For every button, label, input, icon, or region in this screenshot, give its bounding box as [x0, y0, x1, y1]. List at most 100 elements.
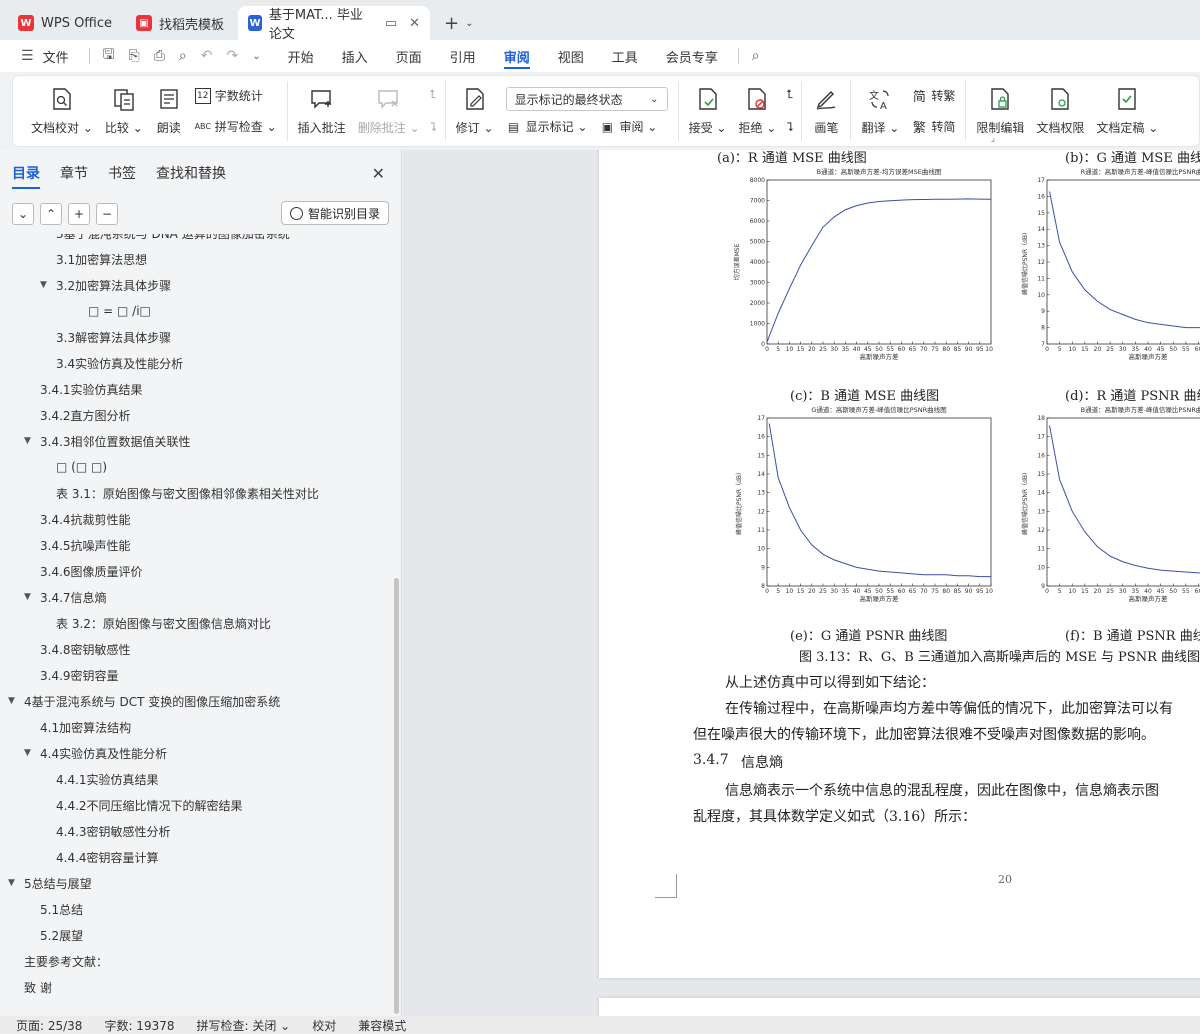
menu-tools[interactable]: 工具 — [598, 40, 652, 72]
menu-review[interactable]: 审阅 — [490, 40, 544, 72]
spell-check-button[interactable]: ABC 拼写检查 ⌄ — [195, 118, 277, 135]
toc-item[interactable]: ▼ 4.4实验仿真及性能分析 — [24, 740, 167, 766]
toc-item[interactable]: 3.4.2直方图分析 — [40, 402, 131, 428]
tab-sections[interactable]: 章节 — [60, 163, 88, 183]
expand-caret-icon[interactable]: ▼ — [8, 696, 20, 706]
tab-docer-template[interactable]: ▣ 找稻壳模板 — [126, 6, 234, 40]
page-indicator[interactable]: 页面: 25/38 — [16, 1017, 82, 1034]
toc-item[interactable]: 3.4.1实验仿真结果 — [40, 376, 143, 402]
remove-heading-icon[interactable]: − — [96, 203, 118, 225]
review-pane-button[interactable]: ▣ 审阅 ⌄ — [599, 118, 658, 135]
to-traditional-button[interactable]: 简转繁 — [911, 87, 956, 105]
menu-home[interactable]: 开始 — [274, 40, 328, 72]
document-page[interactable]: (a)：R 通道 MSE 曲线图 (b)：G 通道 MSE 曲线图 B通道：高斯… — [599, 150, 1200, 978]
tab-find-replace[interactable]: 查找和替换 — [156, 163, 226, 183]
menu-page[interactable]: 页面 — [382, 40, 436, 72]
toc-item[interactable]: □ (□ □) — [56, 454, 107, 480]
window-restore-icon[interactable]: ▭ — [385, 16, 397, 31]
tab-document[interactable]: W 基于MAT... 毕业论文 ▭ ✕ — [238, 6, 431, 42]
toc-item[interactable]: □ = □ /i□ — [88, 298, 151, 324]
doc-finalize-button[interactable]: 文档定稿 ⌄ — [1090, 81, 1164, 141]
restrict-edit-button[interactable]: 限制编辑 — [970, 81, 1030, 141]
collapse-icon[interactable]: ⌄ — [12, 203, 34, 225]
chevron-down-icon[interactable]: ⌄ — [245, 51, 267, 62]
reject-button[interactable]: 拒绝 ⌄ — [732, 81, 782, 141]
toc-item[interactable]: 4.4.2不同压缩比情况下的解密结果 — [56, 792, 243, 818]
ribbon-expand-icon[interactable]: ⌟ — [991, 134, 995, 144]
expand-caret-icon[interactable]: ▼ — [40, 280, 52, 290]
close-tab-icon[interactable]: ✕ — [409, 16, 420, 31]
document-area[interactable]: (a)：R 通道 MSE 曲线图 (b)：G 通道 MSE 曲线图 B通道：高斯… — [403, 150, 1200, 1016]
word-count-button[interactable]: 12 字数统计 — [194, 87, 277, 104]
toc-item[interactable]: 4.4.1实验仿真结果 — [56, 766, 159, 792]
toc-item[interactable]: 致 谢 — [24, 974, 52, 1000]
toc-item[interactable]: 4.4.3密钥敏感性分析 — [56, 818, 171, 844]
smart-toc-button[interactable]: 智能识别目录 — [280, 201, 389, 225]
word-count-indicator[interactable]: 字数: 19378 — [104, 1017, 174, 1034]
toc-item[interactable]: 3.4.5抗噪声性能 — [40, 532, 131, 558]
toc-item[interactable]: ▼ 3.2加密算法具体步骤 — [40, 272, 171, 298]
toc-item[interactable]: ▼ 3.4.3相邻位置数据值关联性 — [24, 428, 191, 454]
toc-item[interactable]: 3.4.8密钥敏感性 — [40, 636, 131, 662]
expand-caret-icon[interactable]: ▼ — [8, 878, 20, 888]
toc-item[interactable]: 3.4实验仿真及性能分析 — [56, 350, 183, 376]
previous-comment-icon[interactable]: ⮤ — [430, 87, 437, 102]
toc-item[interactable]: 表 3.2：原始图像与密文图像信息熵对比 — [56, 610, 271, 636]
expand-caret-icon[interactable]: ▼ — [24, 592, 36, 602]
previous-change-icon[interactable]: ⮤ — [786, 87, 793, 102]
menu-file[interactable]: 文件 — [41, 40, 83, 72]
hamburger-menu-icon[interactable]: ☰ — [14, 48, 41, 64]
next-comment-icon[interactable]: ⮧ — [430, 120, 437, 135]
next-change-icon[interactable]: ⮧ — [786, 120, 793, 135]
print-preview-icon[interactable]: ⌕ — [172, 48, 194, 64]
toc-item[interactable]: 4.1加密算法结构 — [40, 714, 131, 740]
next-document-page[interactable] — [599, 998, 1200, 1016]
expand-caret-icon[interactable]: ▼ — [24, 748, 36, 758]
save-icon[interactable]: 🖫 — [96, 44, 122, 68]
menu-membership[interactable]: 会员专享 — [652, 40, 732, 72]
compare-button[interactable]: 比较 ⌄ — [99, 81, 149, 141]
accept-button[interactable]: 接受 ⌄ — [683, 81, 733, 141]
toc-item[interactable]: 3.4.6图像质量评价 — [40, 558, 143, 584]
delete-comment-button[interactable]: 删除批注 ⌄ — [352, 81, 426, 141]
add-heading-icon[interactable]: + — [68, 203, 90, 225]
undo-icon[interactable]: ↶ — [194, 48, 220, 64]
search-icon[interactable]: ⌕ — [745, 48, 767, 64]
expand-caret-icon[interactable]: ▼ — [24, 436, 36, 446]
print-icon[interactable]: ⎙ — [147, 48, 172, 64]
menu-insert[interactable]: 插入 — [328, 40, 382, 72]
toc-item[interactable]: 主要参考文献： — [24, 948, 108, 974]
doc-check-button[interactable]: 文档校对 ⌄ — [25, 81, 99, 141]
chevron-down-icon[interactable]: ⌄ — [465, 18, 473, 29]
toc-item[interactable]: 5.2展望 — [40, 922, 83, 948]
to-simplified-button[interactable]: 繁转简 — [911, 118, 956, 136]
new-tab-button[interactable]: + ⌄ — [434, 6, 483, 40]
toc-item[interactable]: 3基于混沌系统与 DNA 运算的图像加密系统 — [56, 234, 290, 246]
translate-button[interactable]: 文A 翻译 ⌄ — [855, 81, 905, 141]
insert-comment-button[interactable]: 插入批注 — [292, 81, 352, 141]
tab-bookmarks[interactable]: 书签 — [108, 163, 136, 183]
toc-item[interactable]: 3.1加密算法思想 — [56, 246, 147, 272]
toc-scrollbar[interactable] — [394, 578, 399, 1014]
track-changes-button[interactable]: 修订 ⌄ — [450, 81, 500, 141]
show-markup-button[interactable]: ▤ 显示标记 ⌄ — [506, 118, 588, 135]
toc-item[interactable]: ▼ 3.4.7信息熵 — [24, 584, 107, 610]
toc-item[interactable]: 3.4.9密钥容量 — [40, 662, 119, 688]
redo-icon[interactable]: ↷ — [220, 48, 246, 64]
share-icon[interactable]: ⎘ — [122, 48, 147, 64]
markup-state-dropdown[interactable]: 显示标记的最终状态 ⌄ — [505, 87, 668, 111]
tab-toc[interactable]: 目录 — [12, 163, 40, 189]
toc-item[interactable]: ▼ 5总结与展望 — [8, 870, 92, 896]
spell-check-indicator[interactable]: 拼写检查: 关闭 ⌄ — [197, 1017, 291, 1034]
menu-view[interactable]: 视图 — [544, 40, 598, 72]
toc-item[interactable]: 4.4.4密钥容量计算 — [56, 844, 159, 870]
expand-icon[interactable]: ⌃ — [40, 203, 62, 225]
close-icon[interactable]: ✕ — [372, 164, 385, 183]
toc-item[interactable]: 5.1总结 — [40, 896, 83, 922]
toc-item[interactable]: ▼ 4基于混沌系统与 DCT 变换的图像压缩加密系统 — [8, 688, 280, 714]
pen-button[interactable]: 画笔 — [806, 81, 846, 141]
doc-permission-button[interactable]: 文档权限 — [1030, 81, 1090, 141]
toc-item[interactable]: 表 3.1：原始图像与密文图像相邻像素相关性对比 — [56, 480, 319, 506]
proof-indicator[interactable]: 校对 — [312, 1017, 336, 1034]
read-aloud-button[interactable]: 朗读 — [149, 81, 189, 141]
